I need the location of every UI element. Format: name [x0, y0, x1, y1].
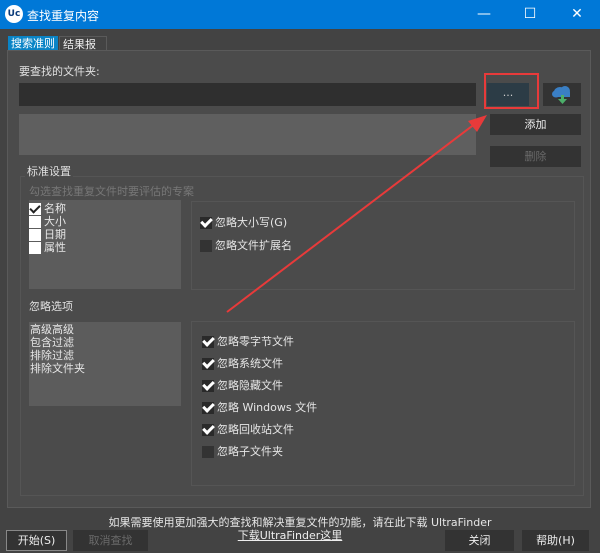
arrow-annotation — [226, 115, 487, 313]
arrow-line — [226, 119, 481, 313]
arrow-head — [468, 115, 487, 132]
